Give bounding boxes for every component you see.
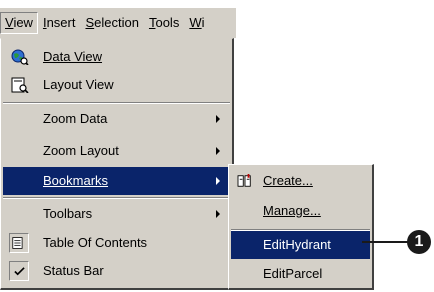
menu-tools-rest: ools bbox=[155, 15, 180, 30]
toolbars-label: Toolbars bbox=[43, 206, 93, 221]
menu-item-data-view[interactable]: Data View bbox=[3, 43, 230, 71]
submenu-arrow-icon bbox=[216, 147, 220, 155]
callout-leader-line bbox=[362, 241, 410, 243]
menu-item-zoom-layout[interactable]: Zoom Layout bbox=[3, 137, 230, 165]
menu-item-zoom-data[interactable]: Zoom Data bbox=[3, 105, 230, 133]
menu-selection[interactable]: Selection bbox=[80, 12, 143, 34]
bookmark-label: EditParcel bbox=[263, 266, 323, 281]
menu-item-status-bar[interactable]: Status Bar bbox=[3, 257, 230, 285]
menu-selection-rest: election bbox=[94, 15, 139, 30]
menu-item-manage[interactable]: Manage... bbox=[231, 197, 370, 225]
data-view-label: Data View bbox=[43, 49, 103, 64]
menu-insert[interactable]: Insert bbox=[38, 12, 81, 34]
menu-bar: View Insert Selection Tools Wi bbox=[0, 8, 236, 38]
menu-item-table-of-contents[interactable]: Table Of Contents bbox=[3, 229, 230, 257]
submenu-arrow-icon bbox=[216, 210, 220, 218]
create-bookmark-icon bbox=[237, 174, 251, 187]
menu-window[interactable]: Wi bbox=[184, 12, 209, 34]
menu-item-toolbars[interactable]: Toolbars bbox=[3, 200, 230, 228]
submenu-arrow-icon bbox=[216, 177, 220, 185]
layout-page-icon bbox=[11, 77, 29, 93]
bookmarks-label: Bookmarks bbox=[43, 173, 109, 188]
menu-view-rest: iew bbox=[13, 15, 33, 30]
step-callout-badge: 1 bbox=[407, 230, 431, 254]
submenu-arrow-icon bbox=[216, 115, 220, 123]
globe-icon bbox=[11, 49, 29, 65]
menu-item-bookmark-edithydrant[interactable]: EditHydrant bbox=[231, 231, 370, 259]
table-of-contents-icon bbox=[12, 237, 23, 249]
table-of-contents-label: Table Of Contents bbox=[43, 235, 148, 250]
status-bar-label: Status Bar bbox=[43, 263, 104, 278]
menu-view[interactable]: View bbox=[0, 12, 38, 34]
menu-item-create[interactable]: Create... bbox=[231, 167, 370, 195]
menu-item-bookmark-editparcel[interactable]: EditParcel bbox=[231, 260, 370, 288]
manage-label: Manage... bbox=[263, 203, 321, 218]
view-menu: Data View Layout View Zoom Data Zoom Lay… bbox=[0, 38, 234, 290]
layout-view-label: Layout View bbox=[43, 77, 114, 92]
menu-item-layout-view[interactable]: Layout View bbox=[3, 71, 230, 99]
bookmark-label: EditHydrant bbox=[263, 237, 331, 252]
menu-item-bookmarks[interactable]: Bookmarks bbox=[3, 167, 230, 195]
separator bbox=[3, 102, 230, 104]
zoom-data-label: Zoom Data bbox=[43, 111, 108, 126]
create-label: Create... bbox=[263, 173, 313, 188]
menu-insert-rest: nsert bbox=[46, 15, 76, 30]
menu-window-rest: i bbox=[201, 15, 205, 30]
checkmark-icon bbox=[14, 267, 25, 276]
separator bbox=[3, 197, 230, 199]
zoom-layout-label: Zoom Layout bbox=[43, 143, 119, 158]
bookmarks-submenu: Create... Manage... EditHydrant EditParc… bbox=[228, 164, 374, 290]
menu-tools[interactable]: Tools bbox=[144, 12, 184, 34]
